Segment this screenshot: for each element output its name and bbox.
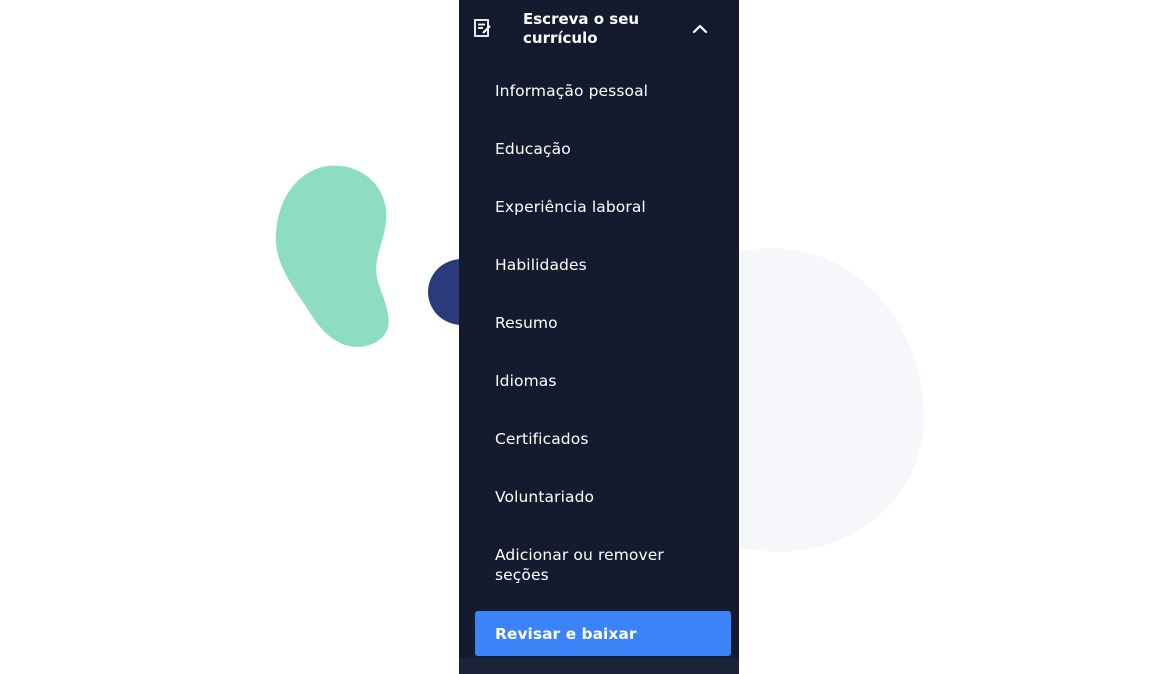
sidebar-section-header[interactable]: Escreva o seu currículo (459, 0, 739, 62)
sidebar-item-label: Educação (495, 140, 571, 158)
sidebar-nav: Informação pessoal Educação Experiência … (459, 62, 739, 604)
sidebar-item-voluntariado[interactable]: Voluntariado (459, 468, 739, 526)
sidebar-item-adicionar-remover-secoes[interactable]: Adicionar ou remover seções (459, 526, 739, 604)
decor-teal-blob (275, 165, 389, 348)
sidebar-item-label: Voluntariado (495, 488, 595, 506)
sidebar-item-label: Resumo (495, 314, 558, 332)
sidebar-item-label: Certificados (495, 430, 589, 448)
sidebar-item-label: Habilidades (495, 256, 587, 274)
chevron-up-icon[interactable] (691, 20, 709, 38)
sidebar-item-idiomas[interactable]: Idiomas (459, 352, 739, 410)
sidebar-item-label: Adicionar ou remover seções (495, 546, 664, 584)
sidebar-section-title: Escreva o seu currículo (523, 10, 640, 47)
sidebar-item-label: Idiomas (495, 372, 557, 390)
sidebar-item-resumo[interactable]: Resumo (459, 294, 739, 352)
sidebar-item-experiencia-laboral[interactable]: Experiência laboral (459, 178, 739, 236)
sidebar-footer-strip (459, 658, 739, 674)
sidebar-item-certificados[interactable]: Certificados (459, 410, 739, 468)
edit-document-icon (474, 19, 491, 37)
sidebar-item-educacao[interactable]: Educação (459, 120, 739, 178)
review-download-button[interactable]: Revisar e baixar (475, 611, 731, 656)
sidebar-item-habilidades[interactable]: Habilidades (459, 236, 739, 294)
sidebar-item-label: Experiência laboral (495, 198, 646, 216)
sidebar-item-label: Informação pessoal (495, 82, 649, 100)
resume-sidebar: Escreva o seu currículo Informação pesso… (459, 0, 739, 674)
sidebar-item-informacao-pessoal[interactable]: Informação pessoal (459, 62, 739, 120)
page-stage: Escreva o seu currículo Informação pesso… (0, 0, 1162, 674)
